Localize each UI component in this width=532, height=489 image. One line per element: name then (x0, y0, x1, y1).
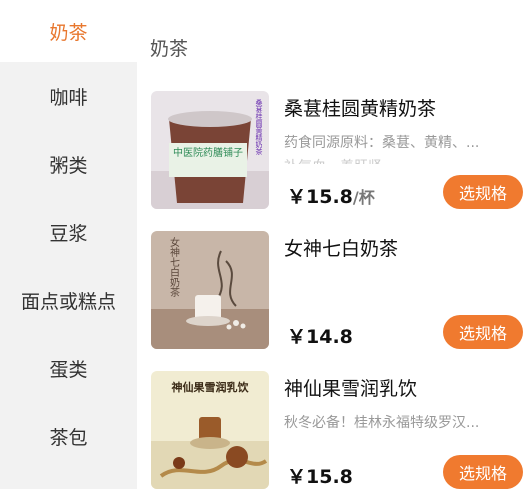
product-price: ￥15.8 (287, 462, 353, 489)
sidebar-item-milk-tea[interactable]: 奶茶 (0, 0, 137, 62)
product-price: ￥14.8 (287, 322, 353, 349)
product-image[interactable]: 中医院药膳铺子 桑葚桂圆黄精奶茶 (151, 91, 269, 209)
product-price: ￥15.8/杯 (287, 182, 375, 209)
product-name: 桑葚桂圆黄精奶茶 (284, 98, 437, 120)
sidebar-item-coffee[interactable]: 咖啡 (0, 62, 137, 130)
sidebar-item-tea-bags[interactable]: 茶包 (0, 402, 137, 470)
select-spec-button[interactable]: 选规格 (443, 455, 523, 489)
image-text: 中医院药膳铺子 (173, 146, 243, 159)
sidebar-item-label: 蛋类 (49, 358, 88, 381)
sidebar-item-label: 咖啡 (49, 86, 88, 109)
price-value: ￥14.8 (287, 326, 353, 348)
select-spec-button[interactable]: 选规格 (443, 315, 523, 349)
image-side-text: 桑葚桂圆黄精奶茶 (255, 98, 263, 155)
price-value: ￥15.8 (287, 186, 353, 208)
sidebar-item-pastry[interactable]: 面点或糕点 (0, 266, 137, 334)
product-list-panel: 奶茶 中医院药膳铺子 桑葚桂圆黄精奶茶 桑葚桂圆黄精奶茶 药食同源原料：桑葚、黄… (137, 0, 532, 489)
product-desc-secondary: 补气血、养肝肾 (284, 156, 382, 164)
category-sidebar: 奶茶 咖啡 粥类 豆浆 面点或糕点 蛋类 茶包 (0, 0, 137, 489)
sidebar-item-label: 面点或糕点 (20, 290, 116, 313)
product-card[interactable]: 女神七白奶茶 女神七白奶茶 ￥14.8 选规格 (151, 231, 523, 351)
sidebar-item-soy-milk[interactable]: 豆浆 (0, 198, 137, 266)
sidebar-item-label: 奶茶 (49, 21, 88, 44)
price-unit: /杯 (352, 188, 375, 207)
sidebar-item-label: 豆浆 (49, 222, 88, 245)
sidebar-item-eggs[interactable]: 蛋类 (0, 334, 137, 402)
product-card[interactable]: 中医院药膳铺子 桑葚桂圆黄精奶茶 桑葚桂圆黄精奶茶 药食同源原料：桑葚、黄精、.… (151, 91, 523, 211)
product-image[interactable]: 女神七白奶茶 (151, 231, 269, 349)
product-desc: 药食同源原料：桑葚、黄精、... (284, 135, 480, 151)
product-name: 神仙果雪润乳饮 (284, 378, 418, 400)
image-text: 神仙果雪润乳饮 (172, 380, 250, 394)
sidebar-item-porridge[interactable]: 粥类 (0, 130, 137, 198)
product-image[interactable]: 神仙果雪润乳饮 (151, 371, 269, 489)
select-spec-button[interactable]: 选规格 (443, 175, 523, 209)
product-card[interactable]: 神仙果雪润乳饮 神仙果雪润乳饮 秋冬必备！桂林永福特级罗汉... ￥15.8 选… (151, 371, 523, 489)
sidebar-item-label: 粥类 (49, 154, 88, 177)
section-title: 奶茶 (150, 38, 189, 60)
product-desc: 秋冬必备！桂林永福特级罗汉... (284, 415, 480, 431)
price-value: ￥15.8 (287, 466, 353, 488)
product-name: 女神七白奶茶 (284, 238, 399, 260)
sidebar-item-label: 茶包 (49, 426, 88, 449)
image-text: 女神七白奶茶 (168, 236, 180, 297)
